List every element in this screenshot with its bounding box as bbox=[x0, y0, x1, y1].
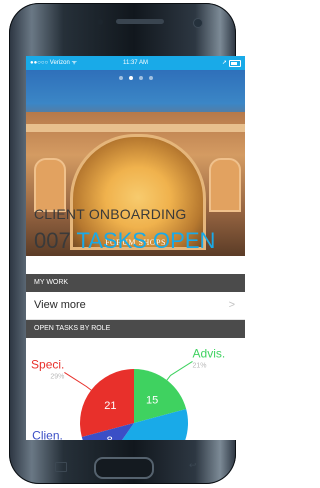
pie-leader-line bbox=[64, 372, 92, 391]
proximity-sensor bbox=[97, 19, 103, 25]
task-label: TASKS OPEN bbox=[76, 228, 216, 253]
app-screen: ●●○○○ Verizon ᯤ 11:37 AM ➚ FORUM SHOPS C… bbox=[26, 56, 245, 440]
carousel-dot[interactable] bbox=[118, 76, 123, 80]
chevron-right-icon: > bbox=[228, 299, 235, 311]
task-count: 007 bbox=[34, 228, 71, 253]
pie-category-label: Clien. bbox=[32, 428, 63, 440]
pie-category-label: Advis. bbox=[193, 346, 226, 360]
pie-percent-label: 21% bbox=[193, 362, 207, 369]
back-key-icon[interactable]: ↩ bbox=[189, 461, 201, 470]
section-header-my-work: MY WORK bbox=[26, 274, 245, 292]
carousel-dot[interactable] bbox=[138, 76, 143, 80]
location-icon: ➚ bbox=[221, 60, 227, 66]
pie-value-label: 8 bbox=[107, 435, 113, 440]
pie-value-label: 15 bbox=[146, 394, 158, 406]
pie-category-label: Speci. bbox=[31, 357, 64, 371]
hero-window bbox=[209, 158, 241, 212]
recent-apps-key[interactable] bbox=[55, 462, 67, 472]
front-camera bbox=[193, 18, 203, 28]
carousel-dot[interactable] bbox=[148, 76, 153, 80]
view-more-row[interactable]: View more > bbox=[26, 292, 245, 320]
status-bar: ●●○○○ Verizon ᯤ 11:37 AM ➚ bbox=[26, 56, 245, 70]
pie-percent-label: 29% bbox=[50, 373, 64, 380]
section-header-open-tasks: OPEN TASKS BY ROLE bbox=[26, 320, 245, 338]
battery-icon bbox=[229, 60, 241, 67]
carousel-dot-active[interactable] bbox=[128, 76, 133, 80]
clock: 11:37 AM bbox=[123, 60, 148, 66]
pie-value-label: 21 bbox=[104, 400, 116, 412]
hero-window bbox=[34, 158, 66, 212]
earpiece-speaker bbox=[116, 19, 164, 24]
carousel-dots bbox=[26, 76, 245, 80]
open-tasks-counter[interactable]: 007 TASKS OPEN bbox=[34, 228, 215, 254]
home-button[interactable] bbox=[94, 457, 154, 479]
view-more-label: View more bbox=[34, 299, 86, 311]
hero-ledge bbox=[26, 124, 245, 132]
open-tasks-pie-chart[interactable]: 21Speci.29%15Advis.21%288Clien. bbox=[26, 339, 245, 440]
pie-leader-line bbox=[166, 360, 193, 381]
page-title: CLIENT ONBOARDING bbox=[34, 206, 187, 222]
